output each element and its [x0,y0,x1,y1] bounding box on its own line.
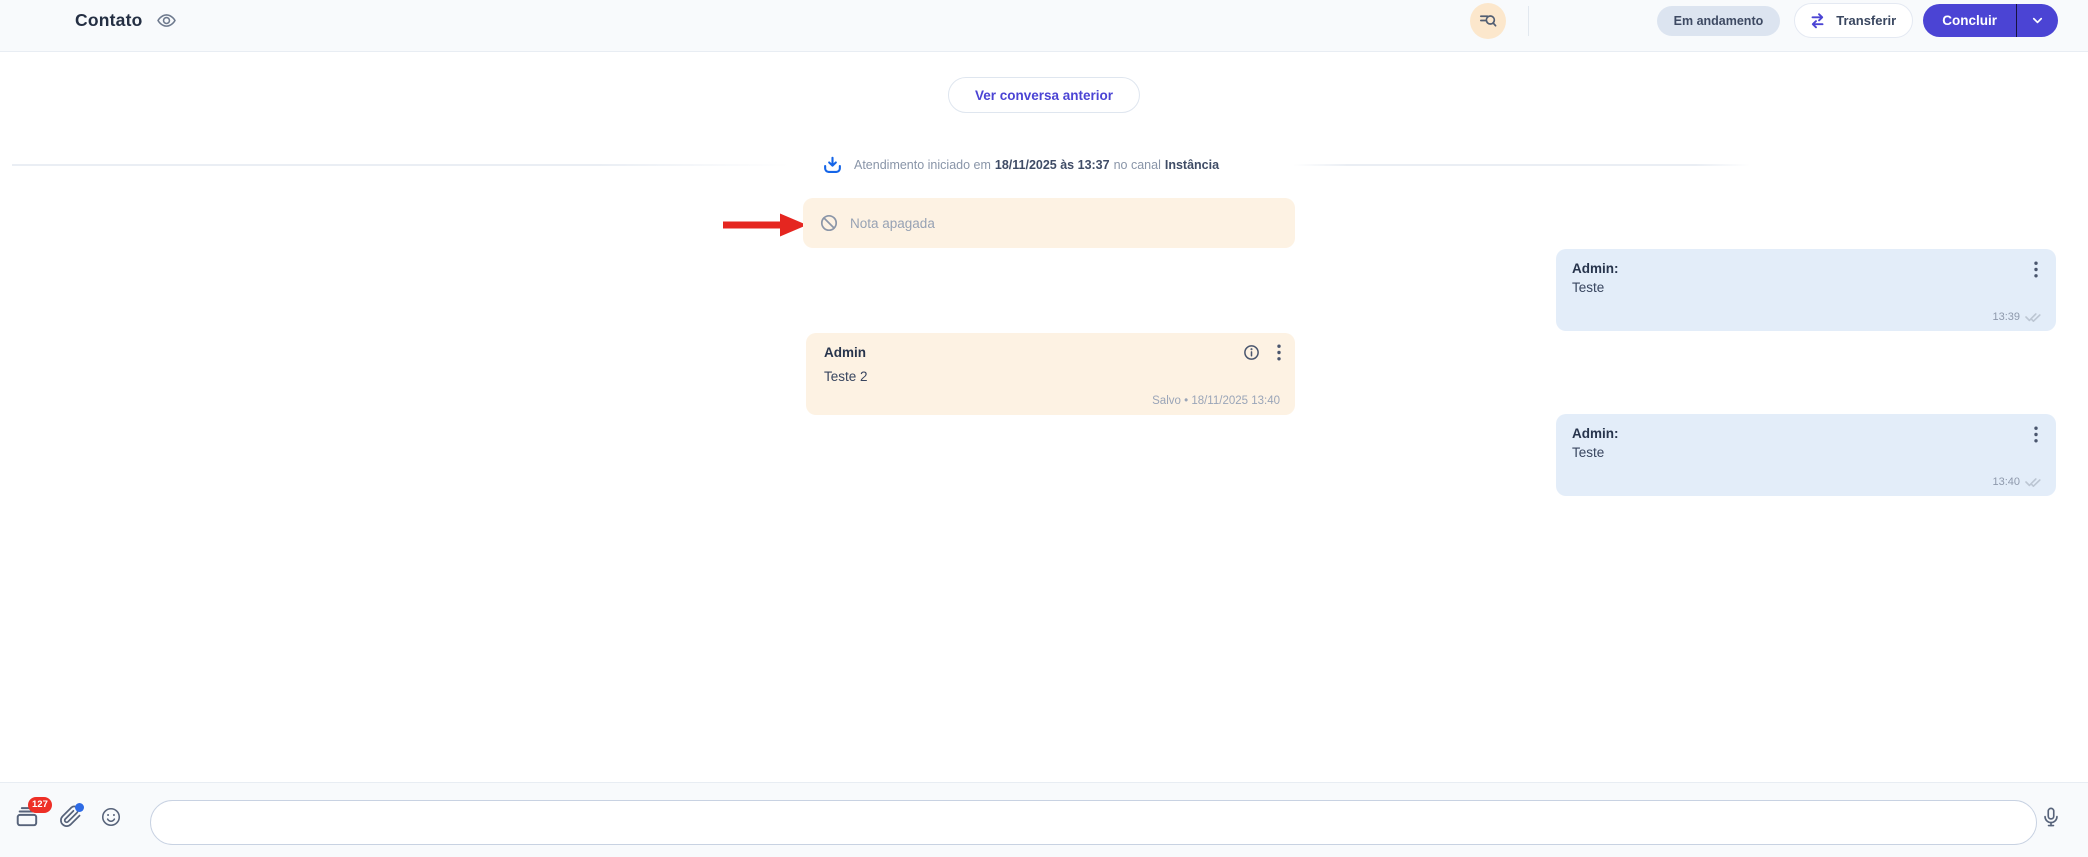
smiley-icon [100,806,122,828]
conclude-split-button: Concluir [1923,4,2058,37]
system-event-connector: no canal [1113,158,1161,172]
transfer-button[interactable]: Transferir [1794,3,1914,38]
note-bubble: Admin Teste 2 Salvo • 18/11/2025 13:40 [806,333,1295,415]
chevron-down-icon [2030,13,2045,28]
conclude-button[interactable]: Concluir [1923,4,2016,37]
message-menu-button[interactable] [2032,259,2040,280]
message-text: Teste [1572,445,1605,460]
list-search-icon [1478,11,1497,30]
kebab-icon [2034,261,2038,278]
note-meta: Salvo • 18/11/2025 13:40 [1152,395,1280,407]
eye-icon [156,10,177,31]
conversation-header: Contato Em andamento Transferir Concluir [0,0,2088,52]
transfer-arrows-icon [1808,11,1827,30]
message-composer: 127 [0,782,2088,857]
attachment-notification-dot [75,803,84,812]
conclude-button-label: Concluir [1942,13,1997,28]
note-menu-button[interactable] [1277,344,1281,361]
double-check-icon [2025,310,2042,323]
annotation-arrow [723,212,808,238]
info-icon [1243,344,1260,361]
note-info-button[interactable] [1243,344,1260,361]
double-check-icon [2025,475,2042,488]
transfer-button-label: Transferir [1836,13,1897,28]
system-event-prefix: Atendimento iniciado em [854,158,991,172]
conclude-options-button[interactable] [2017,4,2058,37]
quick-replies-count-badge: 127 [28,797,52,813]
system-divider-line-right [1293,164,1750,166]
chat-area: Ver conversa anterior Atendimento inicia… [0,52,2088,782]
message-author: Admin: [1572,261,1619,276]
status-badge: Em andamento [1656,5,1781,36]
message-time: 13:40 [1992,475,2020,488]
kebab-icon [1277,344,1281,361]
note-actions [1243,344,1281,361]
microphone-icon [2040,805,2062,831]
ban-icon [820,214,838,232]
message-time: 13:39 [1992,310,2020,323]
deleted-note-label: Nota apagada [850,215,935,231]
system-event-datetime: 18/11/2025 às 13:37 [994,158,1110,172]
system-event: Atendimento iniciado em 18/11/2025 às 13… [822,151,1220,179]
note-text: Teste 2 [824,369,868,384]
message-menu-button[interactable] [2032,424,2040,445]
page-title: Contato [75,10,143,30]
message-author: Admin: [1572,426,1619,441]
system-divider-line-left [12,164,790,166]
message-bubble: Admin: Teste 13:39 [1556,249,2056,331]
conversation-started-icon [822,155,843,176]
deleted-note: Nota apagada [803,198,1295,248]
header-divider [1527,5,1529,36]
previous-conversation-button[interactable]: Ver conversa anterior [947,77,1141,113]
message-bubble: Admin: Teste 13:40 [1556,414,2056,496]
message-input[interactable] [150,800,2037,845]
emoji-button[interactable] [100,806,122,828]
message-meta: 13:40 [1992,475,2042,488]
search-messages-button[interactable] [1469,2,1506,39]
note-author: Admin [824,345,866,360]
system-event-text: Atendimento iniciado em 18/11/2025 às 13… [854,158,1219,172]
message-text: Teste [1572,280,1605,295]
system-event-channel: Instância [1164,158,1220,172]
kebab-icon [2034,426,2038,443]
view-contact-button[interactable] [156,10,177,31]
header-actions: Em andamento Transferir Concluir [1469,2,2058,39]
message-meta: 13:39 [1992,310,2042,323]
record-audio-button[interactable] [2040,805,2062,831]
